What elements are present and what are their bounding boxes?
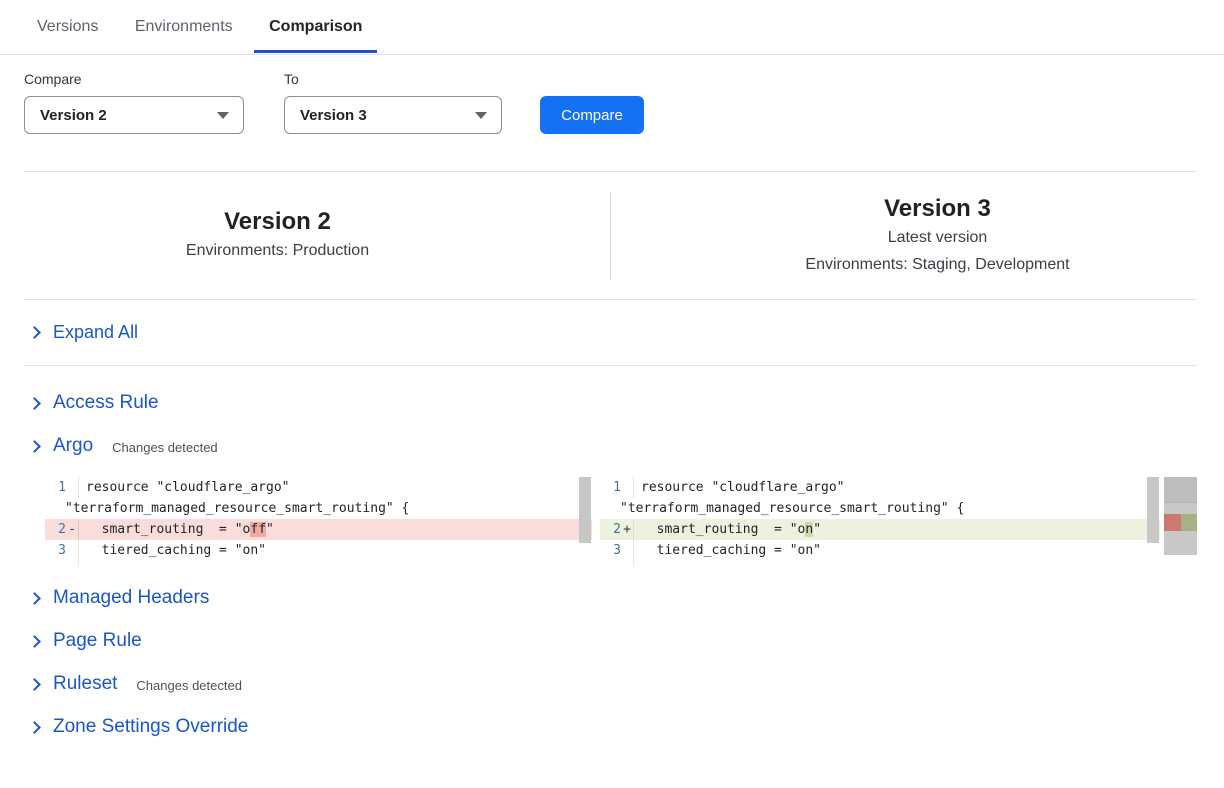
compare-from-select[interactable]: Version 2 bbox=[24, 96, 244, 134]
right-version-environments: Environments: Staging, Development bbox=[671, 251, 1204, 278]
right-version-subtitle: Latest version bbox=[671, 224, 1204, 251]
compare-to-value: Version 3 bbox=[300, 107, 367, 124]
section-label: Managed Headers bbox=[53, 587, 209, 609]
tab-comparison[interactable]: Comparison bbox=[254, 14, 377, 52]
compare-from-group: Compare Version 2 bbox=[24, 71, 244, 134]
compare-from-label: Compare bbox=[24, 71, 244, 87]
compare-button[interactable]: Compare bbox=[540, 96, 644, 134]
diff-line: 1 resource "cloudflare_argo" bbox=[45, 477, 592, 498]
section-managed-headers[interactable]: Managed Headers bbox=[0, 577, 1224, 619]
minimap-removed-marker bbox=[1164, 514, 1181, 531]
caret-down-icon bbox=[475, 112, 487, 119]
diff-line: 4 } bbox=[45, 561, 592, 565]
chevron-right-icon bbox=[28, 721, 41, 734]
chevron-right-icon bbox=[28, 397, 41, 410]
diff-line-removed: 2- smart_routing = "off" bbox=[45, 519, 592, 540]
scrollbar-thumb[interactable] bbox=[1147, 477, 1159, 543]
section-argo[interactable]: Argo Changes detected bbox=[0, 425, 1224, 467]
chevron-right-icon bbox=[28, 326, 41, 339]
diff-line: 3 tiered_caching = "on" bbox=[600, 540, 1160, 561]
scrollbar-vertical[interactable] bbox=[1146, 477, 1160, 565]
section-label: Argo bbox=[53, 435, 93, 457]
diff-line-wrap: "terraform_managed_resource_smart_routin… bbox=[600, 498, 1160, 519]
minimap-added-marker bbox=[1181, 514, 1197, 531]
section-label: Ruleset bbox=[53, 673, 117, 695]
compare-to-group: To Version 3 bbox=[284, 71, 502, 134]
section-label: Zone Settings Override bbox=[53, 716, 248, 738]
tab-versions[interactable]: Versions bbox=[22, 14, 113, 52]
tab-bar: Versions Environments Comparison bbox=[0, 0, 1224, 55]
section-ruleset[interactable]: Ruleset Changes detected bbox=[0, 663, 1224, 705]
scrollbar-thumb[interactable] bbox=[579, 477, 591, 543]
diff-line: 4 } bbox=[600, 561, 1160, 565]
section-list: Access Rule Argo Changes detected 1 reso… bbox=[0, 366, 1224, 748]
section-label: Page Rule bbox=[53, 630, 142, 652]
comparison-headers: Version 2 Environments: Production Versi… bbox=[0, 172, 1224, 299]
compare-to-select[interactable]: Version 3 bbox=[284, 96, 502, 134]
diff-line: 3 tiered_caching = "on" bbox=[45, 540, 592, 561]
section-access-rule[interactable]: Access Rule bbox=[0, 382, 1224, 424]
compare-from-value: Version 2 bbox=[40, 107, 107, 124]
changes-detected-badge: Changes detected bbox=[136, 675, 242, 693]
diff-minimap[interactable] bbox=[1164, 477, 1197, 555]
expand-all-button[interactable]: Expand All bbox=[0, 300, 1224, 365]
tab-environments[interactable]: Environments bbox=[120, 14, 248, 52]
diff-pane-left[interactable]: 1 resource "cloudflare_argo" "terraform_… bbox=[45, 477, 592, 565]
section-page-rule[interactable]: Page Rule bbox=[0, 620, 1224, 662]
chevron-right-icon bbox=[28, 635, 41, 648]
changes-detected-badge: Changes detected bbox=[112, 437, 218, 455]
chevron-right-icon bbox=[28, 440, 41, 453]
chevron-right-icon bbox=[28, 592, 41, 605]
section-zone-settings-override[interactable]: Zone Settings Override bbox=[0, 706, 1224, 748]
section-label: Access Rule bbox=[53, 392, 159, 414]
diff-line-added: 2+ smart_routing = "on" bbox=[600, 519, 1160, 540]
diff-line-wrap: "terraform_managed_resource_smart_routin… bbox=[45, 498, 592, 519]
left-version-environments: Environments: Production bbox=[0, 237, 555, 264]
left-version-title: Version 2 bbox=[0, 207, 555, 237]
minimap-viewport bbox=[1164, 477, 1197, 503]
compare-controls: Compare Version 2 To Version 3 Compare bbox=[0, 55, 1224, 134]
right-version-header: Version 3 Latest version Environments: S… bbox=[611, 194, 1224, 278]
argo-diff-viewer: 1 resource "cloudflare_argo" "terraform_… bbox=[45, 477, 1224, 565]
right-version-title: Version 3 bbox=[671, 194, 1204, 224]
left-version-header: Version 2 Environments: Production bbox=[0, 207, 610, 264]
chevron-right-icon bbox=[28, 678, 41, 691]
diff-pane-right[interactable]: 1 resource "cloudflare_argo" "terraform_… bbox=[600, 477, 1160, 565]
expand-all-label: Expand All bbox=[53, 322, 138, 343]
caret-down-icon bbox=[217, 112, 229, 119]
scrollbar-vertical[interactable] bbox=[578, 477, 592, 565]
compare-to-label: To bbox=[284, 71, 502, 87]
removed-word-highlight: ff bbox=[250, 522, 266, 537]
diff-line: 1 resource "cloudflare_argo" bbox=[600, 477, 1160, 498]
